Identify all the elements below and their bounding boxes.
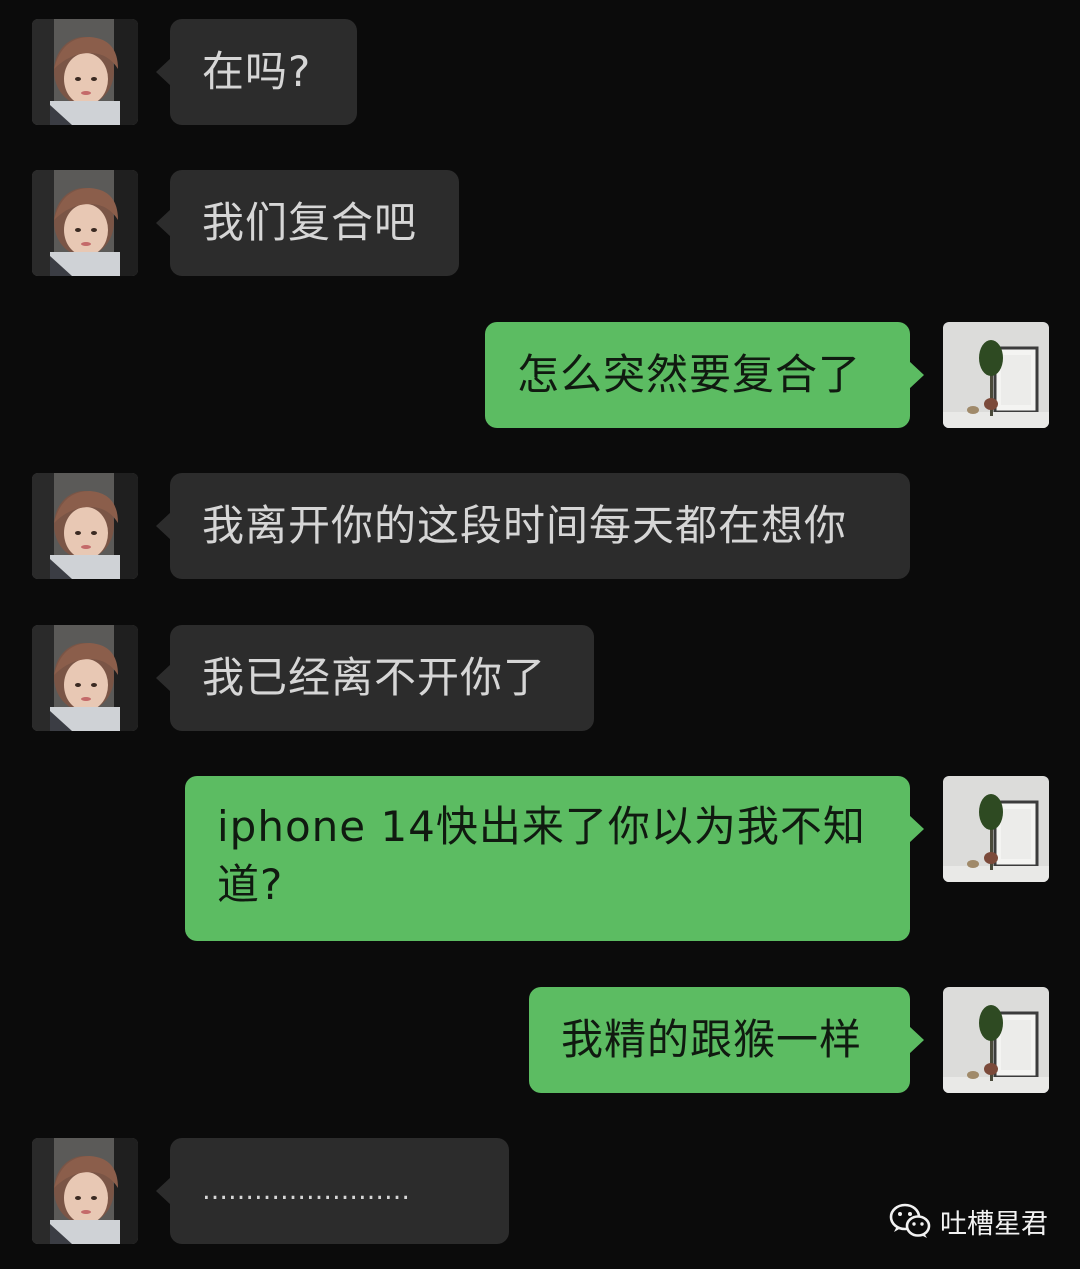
message-bubble-outgoing[interactable]: 怎么突然要复合了 xyxy=(485,322,910,428)
bubble-tail xyxy=(156,664,171,692)
contact-avatar[interactable] xyxy=(32,1138,138,1244)
wechat-icon xyxy=(889,1203,931,1238)
message-bubble-incoming[interactable]: 我们复合吧 xyxy=(170,170,459,276)
contact-avatar-image xyxy=(32,1138,138,1244)
bubble-tail xyxy=(156,209,171,237)
message-text-line: iphone 14快出来了你以为我不知 xyxy=(217,802,866,851)
watermark-label: 吐槽星君 xyxy=(940,1208,1048,1240)
message-bubble-incoming[interactable]: 我已经离不开你了 xyxy=(170,625,594,731)
message-bubble-incoming[interactable]: …………………… xyxy=(170,1138,509,1244)
self-avatar-image xyxy=(943,987,1049,1093)
contact-avatar[interactable] xyxy=(32,473,138,579)
message-bubble-outgoing[interactable]: iphone 14快出来了你以为我不知 道? xyxy=(185,776,910,941)
bubble-tail xyxy=(909,1026,924,1054)
message-text: …………………… xyxy=(202,1176,410,1206)
message-text-line: 道? xyxy=(217,860,284,909)
contact-avatar-image xyxy=(32,170,138,276)
self-avatar-image xyxy=(943,322,1049,428)
bubble-tail xyxy=(156,512,171,540)
contact-avatar[interactable] xyxy=(32,625,138,731)
message-text: 我离开你的这段时间每天都在想你 xyxy=(202,501,848,550)
self-avatar-image xyxy=(943,776,1049,882)
contact-avatar[interactable] xyxy=(32,19,138,125)
message-text: 在吗? xyxy=(202,47,312,96)
self-avatar[interactable] xyxy=(943,776,1049,882)
bubble-tail xyxy=(909,815,924,843)
message-text: 我们复合吧 xyxy=(202,198,418,247)
bubble-tail xyxy=(156,1177,171,1205)
contact-avatar[interactable] xyxy=(32,170,138,276)
message-bubble-incoming[interactable]: 我离开你的这段时间每天都在想你 xyxy=(170,473,910,579)
self-avatar[interactable] xyxy=(943,987,1049,1093)
contact-avatar-image xyxy=(32,19,138,125)
contact-avatar-image xyxy=(32,473,138,579)
self-avatar[interactable] xyxy=(943,322,1049,428)
message-text: 我精的跟猴一样 xyxy=(561,1015,863,1064)
contact-avatar-image xyxy=(32,625,138,731)
bubble-tail xyxy=(909,361,924,389)
message-text: 我已经离不开你了 xyxy=(202,653,547,702)
account-watermark: 吐槽星君 xyxy=(888,1198,1048,1244)
message-bubble-incoming[interactable]: 在吗? xyxy=(170,19,357,125)
message-bubble-outgoing[interactable]: 我精的跟猴一样 xyxy=(529,987,910,1093)
bubble-tail xyxy=(156,58,171,86)
message-text: 怎么突然要复合了 xyxy=(517,350,862,399)
